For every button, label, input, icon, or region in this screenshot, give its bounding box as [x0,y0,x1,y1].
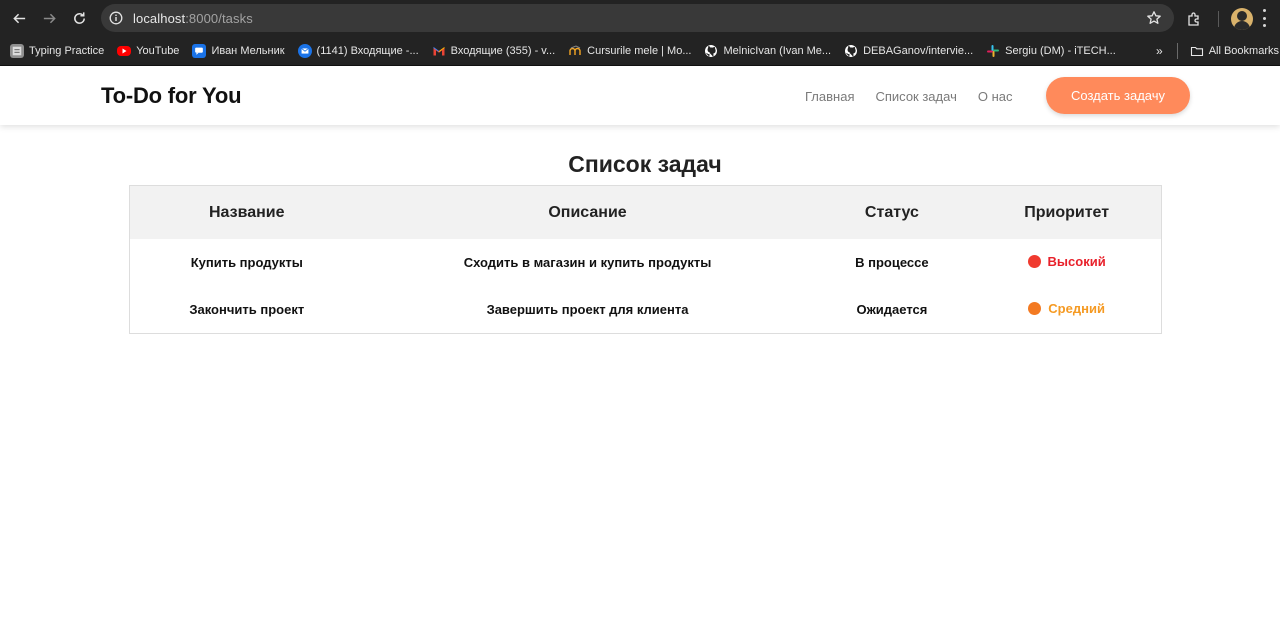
table-header-row: Название Описание Статус Приоритет [130,186,1161,239]
task-status: Ожидается [856,302,928,317]
youtube-icon [117,45,132,56]
bookmarks-bar: Typing Practice YouTube Иван Мельник (11… [0,36,1280,66]
toolbar-right [1184,8,1253,30]
page-title: Список задач [568,151,722,177]
bookmark-item[interactable]: MelnicIvan (Ivan Me... [704,44,831,58]
priority-dot [1027,255,1041,268]
task-status: В процессе [855,255,929,270]
bookmark-item[interactable]: Sergiu (DM) - iTECH... [986,44,1116,58]
moodle-icon [568,44,582,58]
column-header-status: Статус [864,203,919,221]
task-name: Купить продукты [190,255,303,270]
bookmark-item[interactable]: (1141) Входящие -... [297,43,419,58]
priority-label: Средний [1048,301,1105,316]
bookmark-item[interactable]: YouTube [117,45,179,57]
task-name: Закончить проект [189,302,305,317]
profile-avatar[interactable] [1231,8,1253,30]
bookmarks-divider [1176,43,1178,59]
task-description: Завершить проект для клиента [486,302,689,317]
priority-badge: Средний [1028,301,1105,316]
table-row: Купить продукты Сходить в магазин и купи… [130,239,1161,286]
typing-icon [10,43,24,58]
browser-toolbar: localhost:8000/tasks [0,0,1280,36]
site-logo[interactable]: To-Do for You [101,83,242,109]
priority-label: Высокий [1047,254,1106,269]
column-header-description: Описание [548,203,627,221]
priority-dot [1028,302,1042,315]
priority-badge: Высокий [1027,254,1106,269]
main-nav: Главная Список задач О нас [805,89,1033,104]
nav-link-tasks[interactable]: Список задач [875,89,956,104]
chevron-double-right-icon[interactable]: » [1156,44,1163,58]
bookmark-item[interactable]: Typing Practice [10,43,104,58]
nav-link-about[interactable]: О нас [978,89,1013,104]
bookmark-item[interactable]: DEBAGanov/intervie... [844,44,973,58]
reload-icon[interactable] [68,7,90,29]
bookmark-item[interactable]: Иван Мельник [192,43,285,58]
task-priority-cell: Высокий [972,239,1161,286]
tasks-table: Название Описание Статус Приоритет Купит… [129,185,1162,334]
all-bookmarks-link[interactable]: All Bookmarks [1209,45,1279,57]
browser-chrome: localhost:8000/tasks Typing Practice You… [0,0,1280,66]
url-text[interactable]: localhost:8000/tasks [133,11,253,26]
extensions-icon[interactable] [1184,9,1204,29]
menu-kebab-icon[interactable] [1263,9,1267,27]
site-header: To-Do for You Главная Список задач О нас… [0,66,1280,125]
folder-icon [1190,44,1204,58]
column-header-name: Название [209,203,285,221]
bookmark-star-icon[interactable] [1146,10,1162,26]
slack-icon [986,44,1000,58]
forward-icon[interactable] [38,7,60,29]
back-icon[interactable] [8,7,30,29]
toolbar-divider [1218,11,1219,27]
bookmark-item[interactable]: Cursurile mele | Mo... [568,44,691,58]
gmail-icon [432,44,446,58]
github-icon [844,44,858,58]
site-info-icon[interactable] [109,11,123,25]
mail-icon [297,43,312,58]
table-row: Закончить проект Завершить проект для кл… [130,286,1161,333]
chat-icon [192,43,207,58]
task-description: Сходить в магазин и купить продукты [463,255,712,270]
github-icon [704,44,718,58]
address-bar[interactable]: localhost:8000/tasks [101,4,1174,32]
column-header-priority: Приоритет [1024,203,1110,221]
nav-link-home[interactable]: Главная [805,89,854,104]
bookmark-item[interactable]: Входящие (355) - v... [432,44,555,58]
create-task-button[interactable]: Создать задачу [1046,77,1190,114]
bookmarks-right: » All Bookmarks [1156,43,1279,59]
task-priority-cell: Средний [972,286,1161,333]
